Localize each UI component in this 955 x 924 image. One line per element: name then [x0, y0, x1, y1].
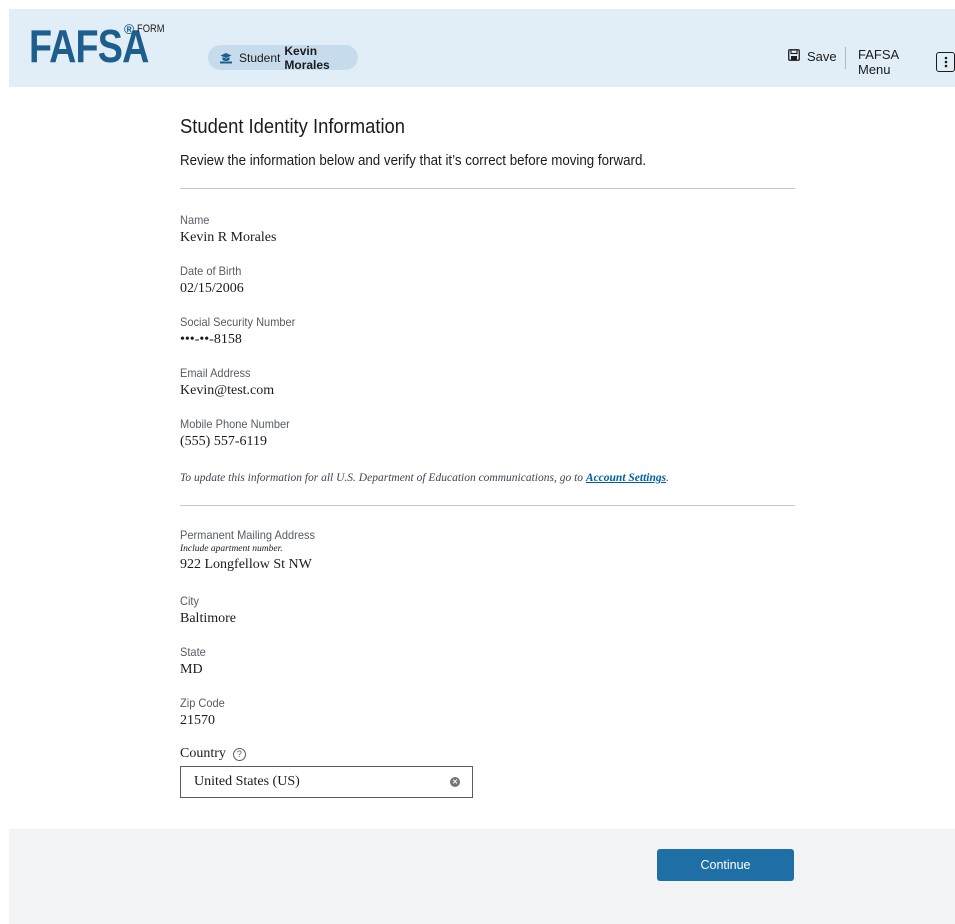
- country-combobox[interactable]: United States (US) ✕: [180, 766, 473, 798]
- student-icon: [220, 52, 232, 64]
- field-date-of-birth: Date of Birth 02/15/2006: [180, 264, 247, 297]
- field-label: State: [180, 645, 206, 659]
- student-pill-label: Student: [239, 50, 281, 65]
- field-label: Mobile Phone Number: [180, 417, 290, 431]
- field-label: Social Security Number: [180, 315, 296, 329]
- section-divider: [180, 505, 795, 506]
- registered-mark: ®: [124, 21, 135, 37]
- continue-button[interactable]: Continue: [657, 849, 794, 881]
- field-value: Baltimore: [180, 611, 236, 626]
- note-suffix: .: [666, 472, 669, 484]
- page-footer: [9, 829, 955, 924]
- field-value: 21570: [180, 713, 215, 728]
- country-label-text: Country: [180, 746, 226, 761]
- page-subtitle: Review the information below and verify …: [180, 153, 647, 169]
- field-label: Name: [180, 213, 210, 227]
- site-header: FAFSA ® FORM Student Kevin Morales Save …: [9, 9, 955, 87]
- field-value: 02/15/2006: [180, 281, 244, 296]
- field-value: •••-••-8158: [180, 332, 242, 347]
- student-pill: Student Kevin Morales: [208, 43, 358, 72]
- country-value: United States (US): [194, 774, 300, 789]
- field-state: State MD: [180, 645, 208, 678]
- field-value: Kevin R Morales: [180, 230, 277, 245]
- field-value: Kevin@test.com: [180, 383, 275, 398]
- field-hint: Include apartment number.: [180, 544, 283, 554]
- page-title: Student Identity Information: [180, 116, 406, 138]
- field-value: 922 Longfellow St NW: [180, 557, 312, 572]
- save-icon: [788, 49, 807, 64]
- field-label: Zip Code: [180, 696, 225, 710]
- student-pill-name: Kevin Morales: [284, 43, 330, 72]
- save-label: Save: [807, 49, 837, 64]
- account-settings-note: To update this information for all U.S. …: [180, 472, 669, 484]
- field-name: Name Kevin R Morales: [180, 213, 276, 246]
- field-label: Permanent Mailing Address: [180, 528, 316, 542]
- section-divider: [180, 188, 795, 189]
- fafsa-menu-label: FAFSA Menu: [858, 47, 899, 77]
- account-settings-link[interactable]: Account Settings: [586, 472, 666, 484]
- kebab-menu-icon: [936, 52, 955, 72]
- field-mobile-phone: Mobile Phone Number (555) 557-6119: [180, 417, 299, 450]
- save-button[interactable]: Save: [788, 49, 837, 64]
- field-label: Email Address: [180, 366, 251, 380]
- fafsa-menu-button[interactable]: FAFSA Menu: [858, 47, 955, 77]
- help-icon[interactable]: ?: [232, 747, 246, 761]
- field-value: MD: [180, 662, 203, 677]
- clear-icon[interactable]: ✕: [450, 777, 460, 787]
- field-zip-code: Zip Code 21570: [180, 696, 229, 729]
- field-city: City Baltimore: [180, 594, 236, 627]
- header-divider: [845, 47, 846, 69]
- logo-form-label: FORM: [137, 23, 165, 35]
- field-value: (555) 557-6119: [180, 434, 267, 449]
- field-ssn: Social Security Number •••-••-8158: [180, 315, 305, 348]
- field-label: Date of Birth: [180, 264, 242, 278]
- note-text: To update this information for all U.S. …: [180, 472, 586, 484]
- field-email: Email Address Kevin@test.com: [180, 366, 274, 399]
- field-label: City: [180, 594, 200, 608]
- field-mailing-address: Permanent Mailing Address Include apartm…: [180, 528, 327, 573]
- country-label: Country ?: [180, 746, 246, 762]
